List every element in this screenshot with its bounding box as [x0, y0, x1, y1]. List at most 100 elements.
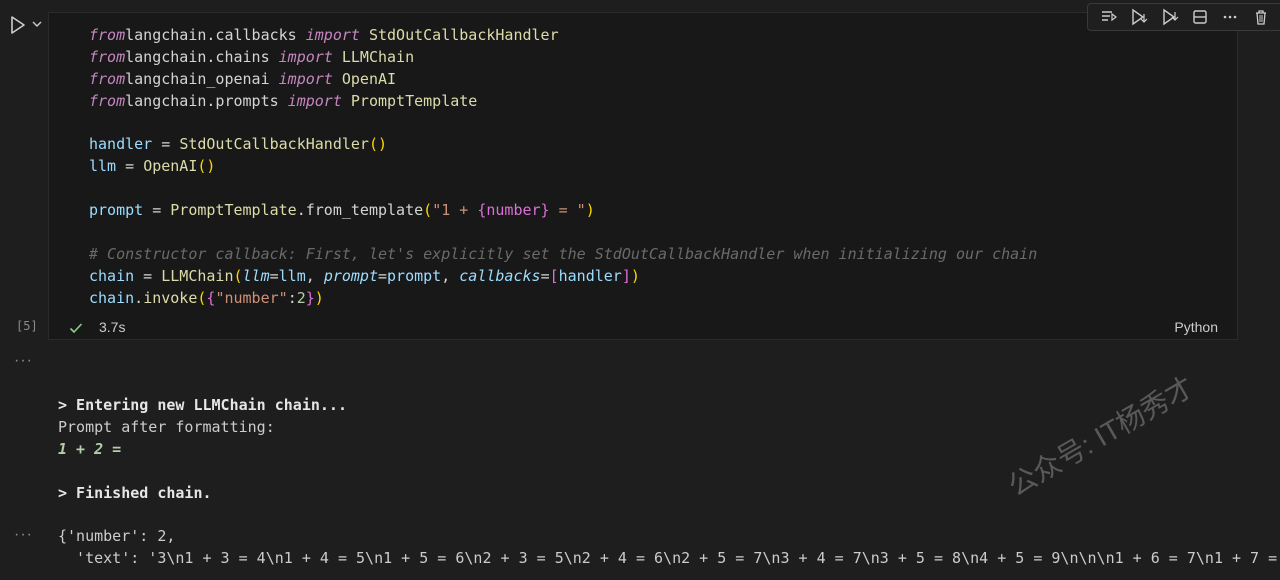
code-line-token: = [134, 266, 162, 285]
code-line-token: = [378, 266, 388, 285]
code-line-token: = " [549, 201, 586, 220]
code-line-token: = [269, 266, 279, 285]
run-cell-icon[interactable] [8, 14, 28, 36]
code-line-token: 2 [296, 288, 306, 307]
code-line-token: , [305, 266, 324, 285]
code-line-token: prompt [323, 266, 378, 285]
execution-count: [5] [16, 319, 38, 333]
run-above-icon[interactable] [1100, 8, 1118, 26]
code-line-token: = [152, 135, 180, 154]
output-line-token: > Finished chain. [58, 483, 212, 502]
code-line-token: "1 + [432, 201, 478, 220]
code-line: fromlangchain.callbacks import StdOutCal… [89, 25, 1037, 47]
code-line-token: prompt [89, 201, 144, 220]
output-line-token: > Entering new LLMChain chain... [58, 396, 347, 414]
run-below-icon[interactable] [1130, 8, 1148, 26]
code-line-token: } [305, 288, 315, 307]
code-line: fromlangchain.chains import LLMChain [89, 47, 1037, 69]
code-line-token: StdOutCallbackHandler [179, 135, 369, 154]
code-line-token: llm [242, 266, 270, 285]
delete-icon[interactable] [1252, 8, 1270, 26]
code-line-token: llm [278, 266, 306, 285]
code-line-token: from [89, 47, 126, 66]
code-line-token: import [305, 26, 360, 44]
code-line-token: handler [558, 266, 622, 285]
code-line-token: , [441, 266, 460, 285]
code-line-token: = [143, 201, 171, 220]
code-line-token: OpenAI [143, 157, 198, 176]
code-line-token: chain [89, 288, 135, 307]
code-line-token: = [540, 266, 550, 285]
code-line-token: callbacks [459, 266, 541, 285]
code-line-token: prompt [387, 266, 442, 285]
cell-toolbar [1087, 3, 1280, 31]
output-line: {'number': 2, [58, 526, 1280, 548]
code-line-token: .from_template [296, 201, 424, 220]
code-line-token: langchain_openai [125, 69, 279, 88]
code-line-token: PromptTemplate [170, 201, 297, 220]
code-line-token: PromptTemplate [341, 91, 478, 110]
code-line-token: LLMChain [161, 266, 234, 285]
output-line-token: {'number': 2, [58, 527, 176, 546]
code-line-token: langchain.callbacks [125, 26, 306, 44]
code-line-token: [ [549, 266, 559, 285]
code-line-token: from [89, 26, 126, 44]
code-line-token: = [116, 157, 144, 176]
code-line: llm = OpenAI() [89, 156, 1037, 178]
code-line-token: ( [233, 266, 243, 285]
output-line-token: 1 + 2 = [58, 439, 122, 458]
output-line: > Finished chain. [58, 483, 1280, 505]
code-line-token: # Constructor callback: First, let's exp… [89, 244, 1038, 263]
code-line-token: from [89, 69, 126, 88]
code-line-token: invoke [143, 288, 198, 307]
code-editor[interactable]: fromlangchain.callbacks import StdOutCal… [89, 25, 1037, 310]
code-line: handler = StdOutCallbackHandler() [89, 134, 1037, 156]
code-line-token: {number} [477, 201, 550, 220]
execute-below-icon[interactable] [1161, 8, 1179, 26]
output-line-token: Prompt after formatting: [58, 417, 275, 436]
code-line-token: llm [89, 157, 117, 176]
code-cell[interactable]: fromlangchain.callbacks import StdOutCal… [48, 3, 1280, 340]
code-line-token: ) [585, 201, 595, 220]
code-line-token: ( [423, 201, 433, 220]
code-line: fromlangchain.prompts import PromptTempl… [89, 91, 1037, 113]
code-line-token: StdOutCallbackHandler [359, 26, 559, 44]
code-line-token: LLMChain [332, 47, 415, 66]
code-line-token: langchain.prompts [125, 91, 288, 110]
code-line: # Constructor callback: First, let's exp… [89, 244, 1037, 266]
code-line: chain.invoke({"number":2}) [89, 288, 1037, 310]
output-more-actions[interactable]: ··· [14, 352, 33, 370]
output-more-actions-2[interactable]: ··· [14, 526, 33, 544]
code-line-token: from [89, 91, 126, 110]
code-line-token: import [278, 47, 333, 66]
execution-duration: 3.7s [99, 319, 126, 335]
check-icon [69, 323, 83, 334]
chevron-down-icon[interactable] [31, 18, 43, 30]
code-line-token: . [134, 288, 144, 307]
code-line-token: () [368, 135, 388, 154]
code-line-token: ] [621, 266, 631, 285]
split-cell-icon[interactable] [1191, 8, 1209, 26]
code-line-token: ) [630, 266, 640, 285]
code-line-token: "number" [215, 288, 288, 307]
code-line-token: handler [89, 135, 153, 154]
code-line: chain = LLMChain(llm=llm, prompt=prompt,… [89, 266, 1037, 288]
code-line-token: langchain.chains [125, 47, 279, 66]
code-line: fromlangchain_openai import OpenAI [89, 69, 1037, 91]
code-line-token: ) [314, 288, 324, 307]
code-line: prompt = PromptTemplate.from_template("1… [89, 200, 1037, 222]
output-line: 'text': '3\n1 + 3 = 4\n1 + 4 = 5\n1 + 5 … [58, 548, 1280, 570]
code-line-token: : [287, 288, 297, 307]
code-line-token: import [287, 91, 342, 110]
more-icon[interactable] [1221, 8, 1239, 26]
code-line-token: () [197, 157, 216, 176]
code-line-token: import [278, 69, 333, 88]
output-line-token: 'text': '3\n1 + 3 = 4\n1 + 4 = 5\n1 + 5 … [58, 549, 1280, 568]
code-line-token: chain [89, 266, 135, 285]
cell-language-picker[interactable]: Python [1174, 319, 1218, 335]
